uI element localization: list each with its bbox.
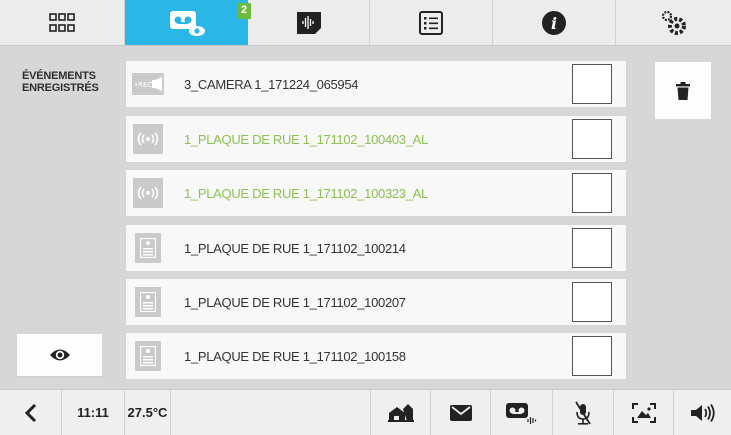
section-title: ÉVÉNEMENTS ENREGISTRÉS bbox=[22, 70, 99, 94]
event-row[interactable]: 1_PLAQUE DE RUE 1_171102_100158 bbox=[126, 333, 626, 379]
event-icon-cell bbox=[126, 333, 170, 379]
photo-status[interactable] bbox=[614, 390, 674, 435]
event-checkbox[interactable] bbox=[572, 173, 612, 213]
event-label: 1_PLAQUE DE RUE 1_171102_100214 bbox=[184, 240, 406, 256]
door-panel-icon bbox=[135, 233, 161, 263]
tab-recordings[interactable]: 2 bbox=[125, 0, 251, 45]
event-row[interactable]: 1_PLAQUE DE RUE 1_171102_100214 bbox=[126, 225, 626, 271]
event-icon-cell bbox=[126, 116, 170, 162]
home-icon bbox=[387, 403, 414, 422]
event-label: 1_PLAQUE DE RUE 1_171102_100207 bbox=[184, 294, 406, 310]
volume-button[interactable] bbox=[674, 390, 731, 435]
messages-status[interactable] bbox=[431, 390, 491, 435]
svg-text:•REC: •REC bbox=[134, 81, 152, 89]
alarm-signal-icon bbox=[133, 178, 163, 208]
delete-button[interactable] bbox=[655, 62, 711, 119]
event-row[interactable]: 1_PLAQUE DE RUE 1_171102_100403_AL bbox=[126, 116, 626, 162]
event-checkbox[interactable] bbox=[572, 282, 612, 322]
temperature-value: 27.5°C bbox=[127, 405, 168, 420]
tab-audio-messages[interactable] bbox=[248, 0, 370, 45]
event-icon-cell bbox=[126, 170, 170, 216]
event-checkbox[interactable] bbox=[572, 228, 612, 268]
event-row[interactable]: 1_PLAQUE DE RUE 1_171102_100207 bbox=[126, 279, 626, 325]
tab-list[interactable] bbox=[370, 0, 493, 45]
event-icon-cell bbox=[126, 225, 170, 271]
voicemail-status[interactable] bbox=[491, 390, 553, 435]
grid-icon bbox=[49, 12, 75, 32]
gears-icon bbox=[661, 10, 686, 35]
status-spacer bbox=[171, 390, 371, 435]
right-panel bbox=[627, 46, 731, 388]
section-title-line1: ÉVÉNEMENTS bbox=[22, 70, 96, 82]
svg-text:i: i bbox=[551, 14, 557, 33]
eye-icon bbox=[49, 349, 70, 361]
tab-settings[interactable] bbox=[616, 0, 731, 45]
event-row[interactable]: 1_PLAQUE DE RUE 1_171102_100323_AL bbox=[126, 170, 626, 216]
view-button[interactable] bbox=[17, 334, 102, 376]
event-icon-cell bbox=[126, 279, 170, 325]
door-panel-icon bbox=[135, 287, 161, 317]
section-title-line2: ENREGISTRÉS bbox=[22, 82, 99, 94]
voicemail-eye-icon bbox=[169, 10, 205, 36]
tab-apps[interactable] bbox=[0, 0, 125, 45]
clock: 11:11 bbox=[62, 390, 125, 435]
event-row[interactable]: •REC 3_CAMERA 1_171224_065954 bbox=[126, 61, 626, 107]
info-icon: i bbox=[542, 10, 566, 35]
list-icon bbox=[419, 10, 443, 35]
back-button[interactable] bbox=[0, 390, 62, 435]
alarm-signal-icon bbox=[133, 124, 163, 154]
photo-frame-icon bbox=[631, 402, 656, 423]
left-panel: ÉVÉNEMENTS ENREGISTRÉS bbox=[0, 46, 112, 388]
audio-message-icon bbox=[296, 11, 321, 34]
home-status[interactable] bbox=[371, 390, 431, 435]
envelope-icon bbox=[449, 404, 472, 421]
rec-camera-icon: •REC bbox=[132, 73, 164, 95]
event-checkbox[interactable] bbox=[572, 336, 612, 376]
bottom-status-bar: 11:11 27.5°C bbox=[0, 389, 731, 435]
event-checkbox[interactable] bbox=[572, 64, 612, 104]
trash-icon bbox=[676, 81, 690, 100]
voicemail-audio-icon bbox=[505, 402, 536, 424]
event-label: 1_PLAQUE DE RUE 1_171102_100323_AL bbox=[184, 185, 428, 201]
event-icon-cell: •REC bbox=[126, 61, 170, 107]
chevron-left-icon bbox=[24, 403, 36, 422]
mic-muted-icon bbox=[575, 401, 591, 425]
event-checkbox[interactable] bbox=[572, 119, 612, 159]
event-label: 1_PLAQUE DE RUE 1_171102_100158 bbox=[184, 348, 406, 364]
temperature: 27.5°C bbox=[125, 390, 171, 435]
door-panel-icon bbox=[135, 341, 161, 371]
event-label: 1_PLAQUE DE RUE 1_171102_100403_AL bbox=[184, 131, 428, 147]
event-list: •REC 3_CAMERA 1_171224_065954 1_PLAQUE D… bbox=[112, 46, 627, 388]
clock-time: 11:11 bbox=[77, 405, 109, 420]
tab-info[interactable]: i bbox=[493, 0, 616, 45]
mic-status[interactable] bbox=[553, 390, 614, 435]
event-label: 3_CAMERA 1_171224_065954 bbox=[184, 76, 359, 92]
top-tab-bar: 2 i bbox=[0, 0, 731, 46]
speaker-icon bbox=[690, 403, 715, 422]
